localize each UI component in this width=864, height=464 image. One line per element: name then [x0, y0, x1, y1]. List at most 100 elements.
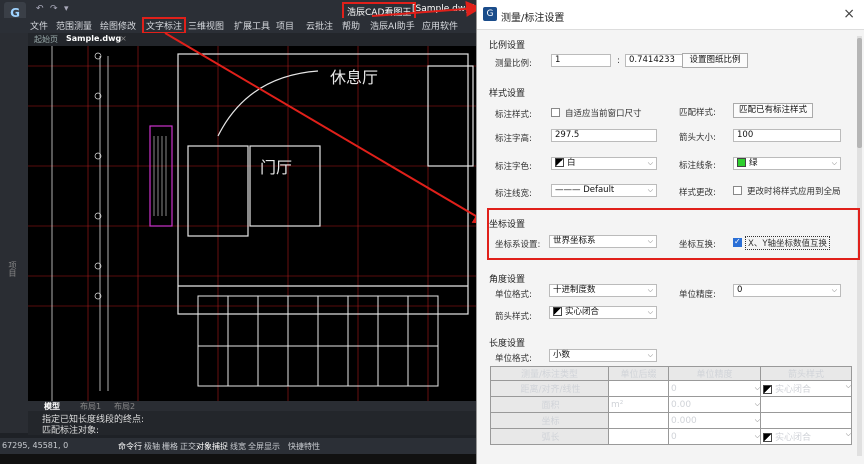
row-suffix[interactable] — [608, 380, 669, 397]
row-arrow-value: 实心闭合 — [775, 385, 812, 395]
arrow-title-to-dialog — [371, 0, 482, 17]
table-row: 面积 m² 0.00 ⌵ — [490, 396, 852, 413]
chevron-down-icon: ⌵ — [754, 431, 760, 440]
match-label: 匹配样式: — [679, 108, 716, 118]
scale-a-input[interactable]: 1 — [551, 54, 611, 67]
arrow-menu-to-coord — [164, 32, 490, 225]
row-suffix[interactable] — [608, 428, 669, 445]
chevron-down-icon: ⌵ — [831, 159, 837, 167]
angle-unit-value: 十进制度数 — [553, 285, 596, 295]
style-change-label: 样式更改: — [679, 188, 716, 198]
row-arrow — [760, 396, 852, 413]
angle-arrow-label: 箭头样式: — [495, 312, 532, 322]
row-precision-value: 0.000 — [671, 415, 697, 426]
row-arrow — [760, 412, 852, 429]
section-length: 长度设置 — [489, 339, 526, 349]
table-row: 距离/对齐/线性 0 ⌵ 实心闭合 ⌵ — [490, 380, 852, 397]
length-unit-label: 单位格式: — [495, 354, 532, 364]
row-type: 距离/对齐/线性 — [490, 380, 609, 397]
section-angle: 角度设置 — [489, 275, 526, 285]
row-precision[interactable]: 0.000 ⌵ — [668, 412, 761, 429]
row-arrow-value: 实心闭合 — [775, 433, 812, 443]
set-drawing-scale-button[interactable]: 设置图纸比例 — [682, 53, 748, 68]
line-width-label: 标注线宽: — [495, 189, 532, 199]
angle-arrow-select[interactable]: 实心闭合 ⌵ — [549, 306, 657, 319]
angle-arrow-value: 实心闭合 — [565, 307, 600, 317]
table-header-row: 测量/标注类型 单位后缀 单位精度 箭头样式 — [490, 366, 852, 381]
arrow-size-input[interactable]: 100 — [733, 129, 841, 142]
row-type: 弧长 — [490, 428, 609, 445]
angle-unit-label: 单位格式: — [495, 290, 532, 300]
pos-label: 标注样式: — [495, 110, 532, 120]
scale-b-input[interactable]: 0.7414233 — [625, 54, 683, 67]
row-precision-value: 0 — [671, 431, 677, 442]
row-precision-value: 0 — [671, 383, 677, 394]
row-suffix[interactable] — [608, 412, 669, 429]
text-color-select[interactable]: 白 ⌵ — [551, 157, 657, 170]
row-precision[interactable]: 0.00 ⌵ — [668, 396, 761, 413]
line-color-label: 标注线条: — [679, 161, 716, 171]
table-row: 弧长 0 ⌵ 实心闭合 ⌵ — [490, 428, 852, 445]
text-color-value: 白 — [567, 158, 576, 168]
angle-precision-value: 0 — [737, 285, 743, 295]
match-style-button[interactable]: 匹配已有标注样式 — [733, 103, 813, 118]
chevron-down-icon: ⌵ — [845, 382, 851, 390]
table-row: 坐标 0.000 ⌵ — [490, 412, 852, 429]
row-type: 坐标 — [490, 412, 609, 429]
line-width-value: ——— Default — [555, 185, 615, 195]
section-scale: 比例设置 — [489, 41, 526, 51]
col-header-arrow: 箭头样式 — [760, 366, 852, 381]
angle-precision-select[interactable]: 0 ⌵ — [733, 284, 841, 297]
arrow-style-icon — [763, 433, 772, 442]
chevron-down-icon: ⌵ — [647, 159, 653, 167]
length-settings-table: 测量/标注类型 单位后缀 单位精度 箭头样式 距离/对齐/线性 0 ⌵ 实心闭合 ⌵… — [490, 366, 852, 445]
line-color-select[interactable]: 绿 ⌵ — [733, 157, 841, 170]
scale-colon: : — [617, 56, 620, 66]
chevron-down-icon: ⌵ — [647, 308, 653, 316]
line-color-value: 绿 — [749, 158, 758, 168]
apply-global-checkbox[interactable] — [733, 186, 742, 195]
chevron-down-icon: ⌵ — [647, 351, 653, 359]
section-style: 样式设置 — [489, 89, 526, 99]
col-header-precision: 单位精度 — [668, 366, 761, 381]
row-arrow[interactable]: 实心闭合 ⌵ — [760, 428, 852, 445]
arrow-size-label: 箭头大小: — [679, 133, 716, 143]
dialog-app-icon: G — [483, 7, 497, 21]
chevron-down-icon: ⌵ — [647, 186, 653, 194]
length-unit-value: 小数 — [553, 350, 571, 360]
close-icon[interactable]: × — [843, 6, 855, 22]
row-arrow[interactable]: 实心闭合 ⌵ — [760, 380, 852, 397]
arrow-style-icon — [553, 307, 562, 316]
scale-label: 测量比例: — [495, 59, 532, 69]
row-type: 面积 — [490, 396, 609, 413]
row-precision-value: 0.00 — [671, 399, 692, 410]
row-suffix[interactable]: m² — [608, 396, 669, 413]
text-height-input[interactable]: 297.5 — [551, 129, 657, 142]
chevron-down-icon: ⌵ — [831, 286, 837, 294]
dialog-title: 测量/标注设置 — [501, 13, 565, 24]
col-header-type: 测量/标注类型 — [490, 366, 609, 381]
apply-global-text: 更改时将样式应用到全局 — [747, 187, 841, 197]
chevron-down-icon: ⌵ — [754, 383, 760, 392]
text-height-label: 标注字高: — [495, 134, 532, 144]
chevron-down-icon: ⌵ — [754, 415, 760, 424]
coord-settings-highlight — [487, 208, 860, 260]
chevron-down-icon: ⌵ — [754, 399, 760, 408]
dialog-scroll-thumb[interactable] — [857, 38, 862, 148]
dialog-titlebar: G 测量/标注设置 × — [477, 0, 864, 30]
row-precision[interactable]: 0 ⌵ — [668, 428, 761, 445]
length-unit-select[interactable]: 小数 ⌵ — [549, 349, 657, 362]
line-width-select[interactable]: ——— Default ⌵ — [551, 184, 657, 197]
adapt-window-text: 自适应当前窗口尺寸 — [565, 109, 642, 119]
arrow-style-icon — [763, 385, 772, 394]
color-swatch-icon — [737, 158, 746, 167]
col-header-suffix: 单位后缀 — [608, 366, 669, 381]
chevron-down-icon: ⌵ — [845, 430, 851, 438]
row-precision[interactable]: 0 ⌵ — [668, 380, 761, 397]
chevron-down-icon: ⌵ — [647, 286, 653, 294]
color-swatch-icon — [555, 158, 564, 167]
angle-precision-label: 单位精度: — [679, 290, 716, 300]
text-color-label: 标注字色: — [495, 162, 532, 172]
angle-unit-select[interactable]: 十进制度数 ⌵ — [549, 284, 657, 297]
adapt-window-checkbox[interactable] — [551, 108, 560, 117]
